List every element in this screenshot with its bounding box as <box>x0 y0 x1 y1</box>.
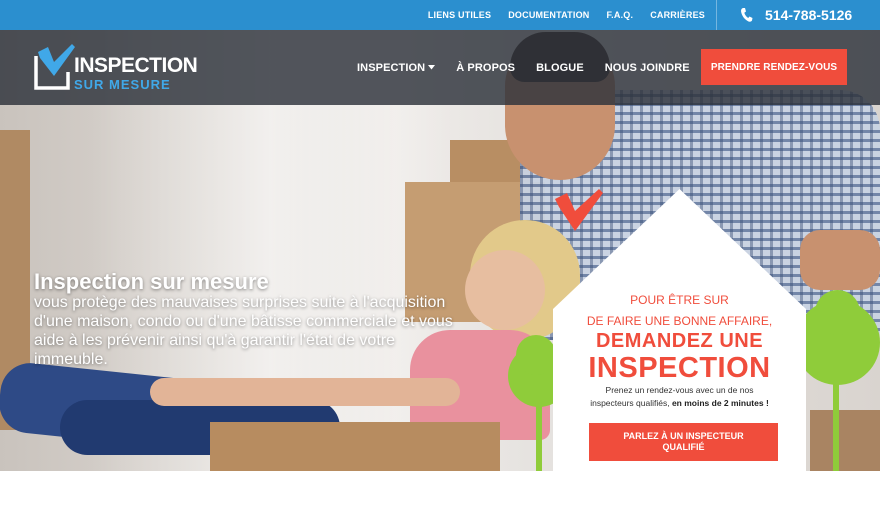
site-logo[interactable]: INSPECTION SUR MESURE <box>34 42 204 92</box>
nav-item-blogue[interactable]: BLOGUE <box>536 62 584 74</box>
caret-down-icon <box>428 65 436 70</box>
hero-title: Inspection sur mesure <box>34 269 269 294</box>
nav-item-a-propos[interactable]: À PROPOS <box>456 62 515 74</box>
link-liens-utiles[interactable]: LIENS UTILES <box>428 10 491 20</box>
callout-heading-1: DEMANDEZ UNE <box>595 330 764 352</box>
logo-text-line1: INSPECTION <box>74 54 198 77</box>
callout-text-2-bold: en moins de 2 minutes ! <box>671 398 769 408</box>
book-appointment-button[interactable]: PRENDRE RENDEZ-VOUS <box>701 49 847 85</box>
red-check-icon <box>555 189 603 231</box>
link-documentation[interactable]: DOCUMENTATION <box>508 10 589 20</box>
phone-contact[interactable]: 514-788-5126 <box>740 0 852 30</box>
nav-item-nous-joindre[interactable]: NOUS JOINDRE <box>605 62 690 74</box>
utility-bar: LIENS UTILES DOCUMENTATION F.A.Q. CARRIÈ… <box>0 0 880 30</box>
main-navbar: INSPECTION SUR MESURE INSPECTION À PROPO… <box>0 30 880 105</box>
primary-nav: INSPECTION À PROPOS BLOGUE NOUS JOINDRE <box>357 30 690 105</box>
logo-check-icon <box>34 44 75 90</box>
inspection-callout: POUR ÊTRE SUR DE FAIRE UNE BONNE AFFAIRE… <box>553 189 806 471</box>
hero-description: vous protège des mauvaises surprises sui… <box>34 294 453 368</box>
phone-number[interactable]: 514-788-5126 <box>765 7 852 23</box>
logo-text-line2: SUR MESURE <box>74 77 171 92</box>
link-carrieres[interactable]: CARRIÈRES <box>650 10 705 20</box>
phone-icon <box>741 8 753 22</box>
callout-line1: POUR ÊTRE SUR <box>630 293 729 307</box>
nav-item-inspection[interactable]: INSPECTION <box>357 61 436 74</box>
utility-links: LIENS UTILES DOCUMENTATION F.A.Q. CARRIÈ… <box>428 0 705 30</box>
callout-line2: DE FAIRE UNE BONNE AFFAIRE, <box>586 314 773 328</box>
nav-item-label: INSPECTION <box>357 61 426 74</box>
talk-to-inspector-button[interactable]: PARLEZ À UN INSPECTEUR QUALIFIÉ <box>589 423 778 461</box>
topbar-divider <box>716 0 717 30</box>
tree-right-illustration <box>795 290 880 471</box>
callout-text-2-plain: inspecteurs qualifiés, <box>590 398 672 408</box>
callout-text-2: inspecteurs qualifiés, en moins de 2 min… <box>553 398 806 408</box>
link-faq[interactable]: F.A.Q. <box>606 10 633 20</box>
callout-heading-2: INSPECTION <box>588 352 771 384</box>
callout-text-1: Prenez un rendez-vous avec un de nos <box>605 385 754 395</box>
